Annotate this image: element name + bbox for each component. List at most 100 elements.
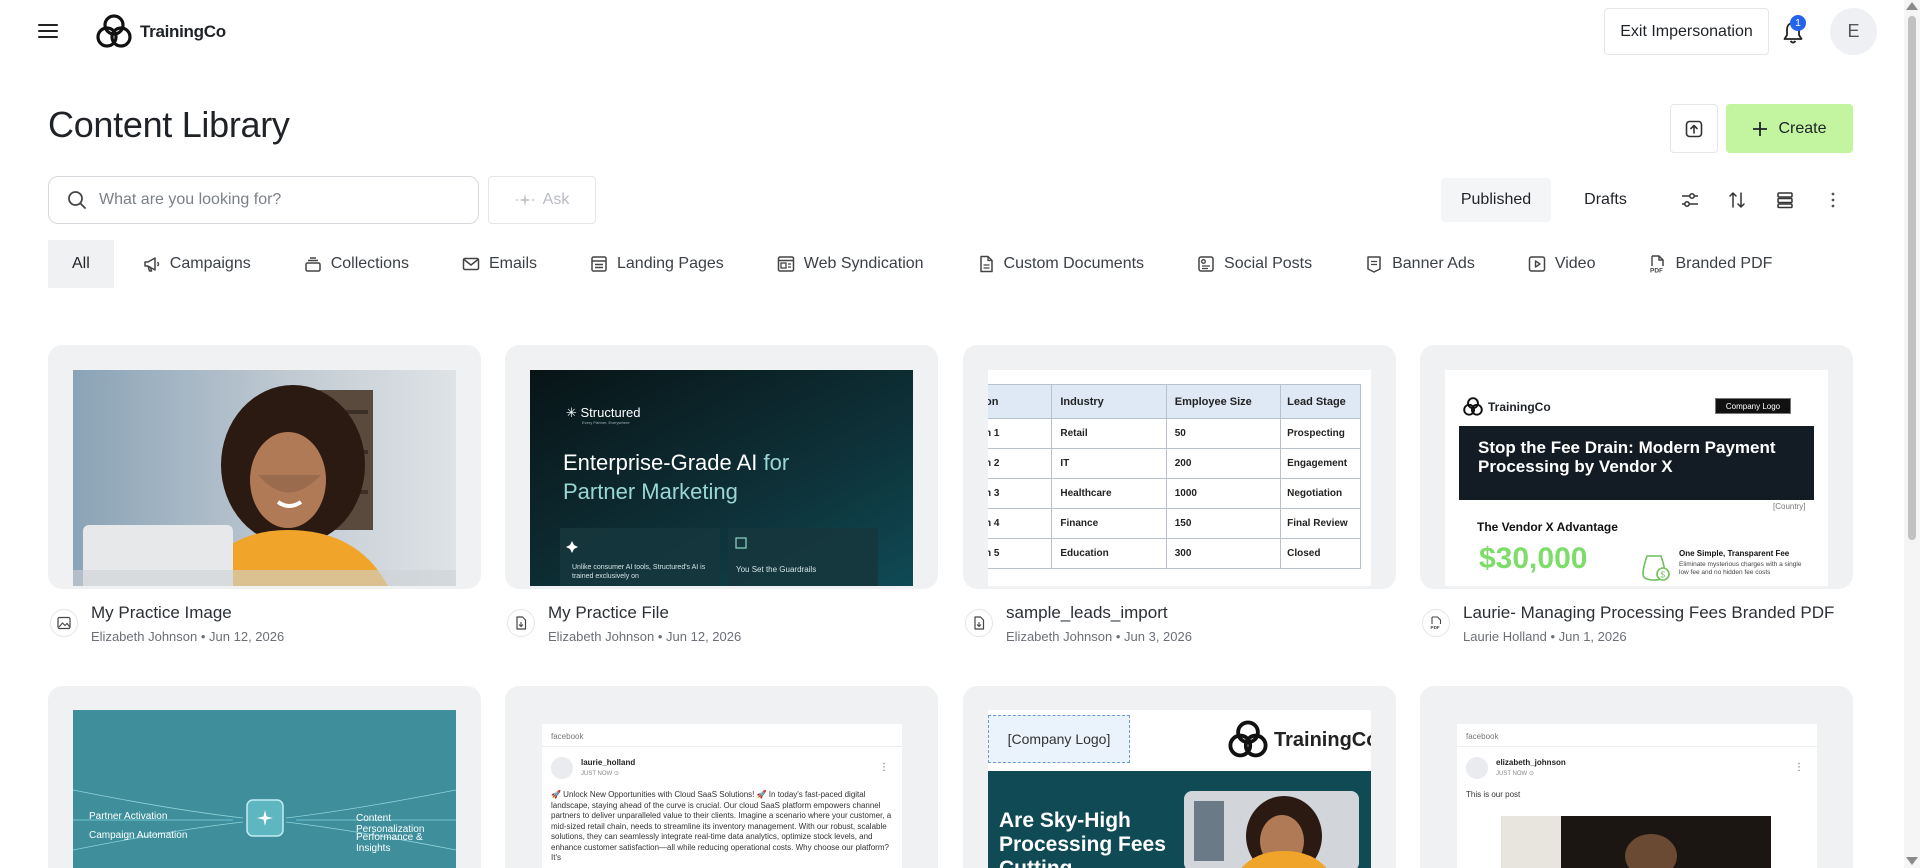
mail-icon <box>462 257 480 271</box>
card-date: Jun 3, 2026 <box>1124 629 1192 644</box>
table-row: n 2 IT 200 Engagement <box>988 448 1361 479</box>
company-logo-placeholder: Company Logo <box>1715 398 1791 414</box>
card-thumbnail-frame: [Company Logo] TrainingCo Are Sky-High P… <box>963 686 1396 868</box>
card-thumbnail-frame: ✳ Structured Every Partner, Everywhere E… <box>505 345 938 589</box>
thumbnail-spreadsheet: on Industry Employee Size Lead Stage n 1… <box>988 370 1371 586</box>
create-button[interactable]: Create <box>1726 104 1853 153</box>
tab-web-syndication[interactable]: Web Syndication <box>776 240 924 288</box>
card-title[interactable]: Laurie- Managing Processing Fees Branded… <box>1463 603 1834 623</box>
table-header: Lead Stage <box>1280 384 1361 419</box>
more-options-icon[interactable] <box>1821 188 1845 212</box>
tab-all[interactable]: All <box>48 240 114 288</box>
thumbnail-social-post: facebook elizabeth_johnson JUST NOW ⊙ ⋮ … <box>1457 724 1817 868</box>
exit-impersonation-button[interactable]: Exit Impersonation <box>1604 8 1769 55</box>
stack-icon <box>304 257 321 272</box>
tab-banner-ads[interactable]: Banner Ads <box>1364 240 1475 288</box>
thumbnail-branded-email: [Company Logo] TrainingCo Are Sky-High P… <box>988 710 1371 868</box>
notification-badge: 1 <box>1790 15 1806 31</box>
content-card[interactable]: facebook laurie_holland JUST NOW ⊙ ⋮ 🚀 U… <box>505 686 938 868</box>
card-meta: PDF Laurie- Managing Processing Fees Bra… <box>1420 603 1853 653</box>
content-card[interactable]: on Industry Employee Size Lead Stage n 1… <box>963 345 1396 653</box>
card-date: Jun 12, 2026 <box>666 629 742 644</box>
tab-campaigns[interactable]: Campaigns <box>142 240 251 288</box>
ask-button[interactable]: Ask <box>488 176 596 224</box>
user-avatar[interactable]: E <box>1830 8 1877 55</box>
tab-label: Video <box>1554 255 1596 272</box>
tab-collections[interactable]: Collections <box>303 240 409 288</box>
upload-button[interactable] <box>1670 104 1718 153</box>
card-author: Laurie Holland <box>1463 629 1547 644</box>
content-card[interactable]: ✳ Structured Every Partner, Everywhere E… <box>505 345 938 653</box>
tab-custom-documents[interactable]: Custom Documents <box>976 240 1144 288</box>
sort-icon[interactable] <box>1725 188 1749 212</box>
status-toggle: Published Drafts <box>1441 178 1660 222</box>
svg-text:$: $ <box>1661 571 1666 580</box>
table-header: Employee Size <box>1165 384 1282 419</box>
scroll-up-arrow-icon[interactable] <box>1906 2 1918 10</box>
content-card[interactable]: facebook elizabeth_johnson JUST NOW ⊙ ⋮ … <box>1420 686 1853 868</box>
file-panel-text-2: You Set the Guardrails <box>736 565 817 574</box>
social-time: JUST NOW ⊙ <box>581 771 619 777</box>
card-meta: sample_leads_import Elizabeth Johnson • … <box>963 603 1396 653</box>
card-byline: Laurie Holland • Jun 1, 2026 <box>1463 629 1627 644</box>
tab-label: Social Posts <box>1224 255 1313 272</box>
content-card[interactable]: TrainingCo Company Logo Stop the Fee Dra… <box>1420 345 1853 653</box>
published-tab[interactable]: Published <box>1441 178 1551 222</box>
social-network-label: facebook <box>1466 732 1499 741</box>
structured-tagline: Every Partner, Everywhere <box>582 420 630 425</box>
pdf-icon: PDF <box>1650 255 1665 274</box>
card-title[interactable]: sample_leads_import <box>1006 603 1168 623</box>
card-title[interactable]: My Practice File <box>548 603 669 623</box>
table-header: Industry <box>1051 384 1167 419</box>
company-logo-placeholder: [Company Logo] <box>988 715 1130 763</box>
social-post-text: 🚀 Unlock New Opportunities with Cloud Sa… <box>551 790 892 862</box>
card-byline: Elizabeth Johnson • Jun 3, 2026 <box>1006 629 1192 644</box>
card-byline: Elizabeth Johnson • Jun 12, 2026 <box>548 629 742 644</box>
card-byline: Elizabeth Johnson • Jun 12, 2026 <box>91 629 285 644</box>
card-author: Elizabeth Johnson <box>1006 629 1113 644</box>
card-author: Elizabeth Johnson <box>91 629 198 644</box>
tab-emails[interactable]: Emails <box>461 240 537 288</box>
pdf-country: [Country] <box>1773 502 1806 511</box>
drafts-tab[interactable]: Drafts <box>1551 178 1660 222</box>
tab-social-posts[interactable]: Social Posts <box>1196 240 1312 288</box>
image-type-icon <box>50 609 78 637</box>
content-card[interactable]: My Practice Image Elizabeth Johnson • Ju… <box>48 345 481 653</box>
search-box[interactable] <box>48 176 479 224</box>
create-label: Create <box>1778 119 1827 137</box>
banner-icon <box>1367 256 1381 273</box>
more-options-icon[interactable]: ⋮ <box>1794 762 1804 773</box>
graphic-label: Partner Activation <box>89 811 168 822</box>
tab-label: Emails <box>488 255 537 272</box>
brand-logo[interactable]: TrainingCo <box>94 12 226 52</box>
file-type-icon <box>507 609 535 637</box>
upload-icon <box>1685 120 1703 137</box>
social-icon <box>1198 256 1214 272</box>
tab-label: All <box>72 255 90 272</box>
scrollbar-thumb[interactable] <box>1908 16 1916 540</box>
more-options-icon[interactable]: ⋮ <box>879 762 889 773</box>
social-network-label: facebook <box>551 732 584 741</box>
ask-label: Ask <box>542 191 570 208</box>
card-thumbnail-frame: Partner Activation Campaign Automation C… <box>48 686 481 868</box>
tab-landing-pages[interactable]: Landing Pages <box>589 240 724 288</box>
trainingco-logo-icon <box>1463 397 1483 416</box>
content-card[interactable]: [Company Logo] TrainingCo Are Sky-High P… <box>963 686 1396 868</box>
avatar <box>551 757 573 779</box>
filter-sliders-icon[interactable] <box>1678 188 1702 212</box>
file-headline: Enterprise-Grade AI for Partner Marketin… <box>563 450 790 504</box>
content-type-tabs: All Campaigns Collections Emails Landing… <box>48 240 1772 288</box>
tab-branded-pdf[interactable]: PDF Branded PDF <box>1647 240 1772 288</box>
pdf-price: $30,000 <box>1479 542 1588 575</box>
list-view-icon[interactable] <box>1773 188 1797 212</box>
search-input[interactable] <box>99 191 439 209</box>
scroll-down-arrow-icon[interactable] <box>1906 857 1918 865</box>
card-title[interactable]: My Practice Image <box>91 603 232 623</box>
tab-video[interactable]: Video <box>1527 240 1596 288</box>
hamburger-menu-icon[interactable] <box>38 24 58 38</box>
page-title: Content Library <box>48 104 290 145</box>
thumbnail-branded-pdf: TrainingCo Company Logo Stop the Fee Dra… <box>1445 370 1828 586</box>
tab-label: Banner Ads <box>1392 255 1475 272</box>
card-meta: My Practice Image Elizabeth Johnson • Ju… <box>48 603 481 653</box>
content-card[interactable]: Partner Activation Campaign Automation C… <box>48 686 481 868</box>
